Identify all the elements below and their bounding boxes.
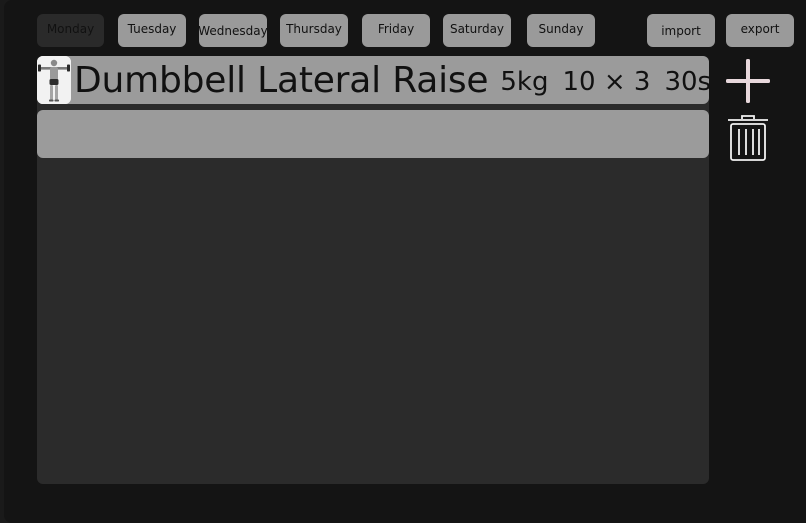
- tab-monday[interactable]: Monday: [37, 14, 104, 47]
- plus-icon: [726, 59, 770, 103]
- lateral-raise-figure-icon: [37, 56, 71, 104]
- exercise-row[interactable]: Dumbbell Lateral Raise 5kg 10 × 3 30s: [37, 56, 712, 104]
- add-exercise-button[interactable]: [725, 58, 771, 104]
- import-button[interactable]: import: [647, 14, 715, 47]
- exercise-rest: 30s: [664, 67, 712, 97]
- exercise-thumbnail: [37, 56, 71, 104]
- exercise-sets-reps: 10 × 3: [562, 67, 651, 97]
- trash-icon: [728, 115, 768, 161]
- export-button[interactable]: export: [726, 14, 794, 47]
- tab-tuesday[interactable]: Tuesday: [118, 14, 186, 47]
- tab-friday[interactable]: Friday: [362, 14, 430, 47]
- tab-wednesday[interactable]: Wednesday: [198, 14, 268, 47]
- tab-saturday[interactable]: Saturday: [443, 14, 511, 47]
- empty-exercise-row[interactable]: [37, 110, 709, 158]
- tab-sunday[interactable]: Sunday: [527, 14, 595, 47]
- exercise-name: Dumbbell Lateral Raise: [74, 59, 489, 101]
- tab-thursday[interactable]: Thursday: [280, 14, 348, 47]
- exercise-weight: 5kg: [500, 67, 549, 97]
- delete-exercise-button[interactable]: [727, 114, 769, 162]
